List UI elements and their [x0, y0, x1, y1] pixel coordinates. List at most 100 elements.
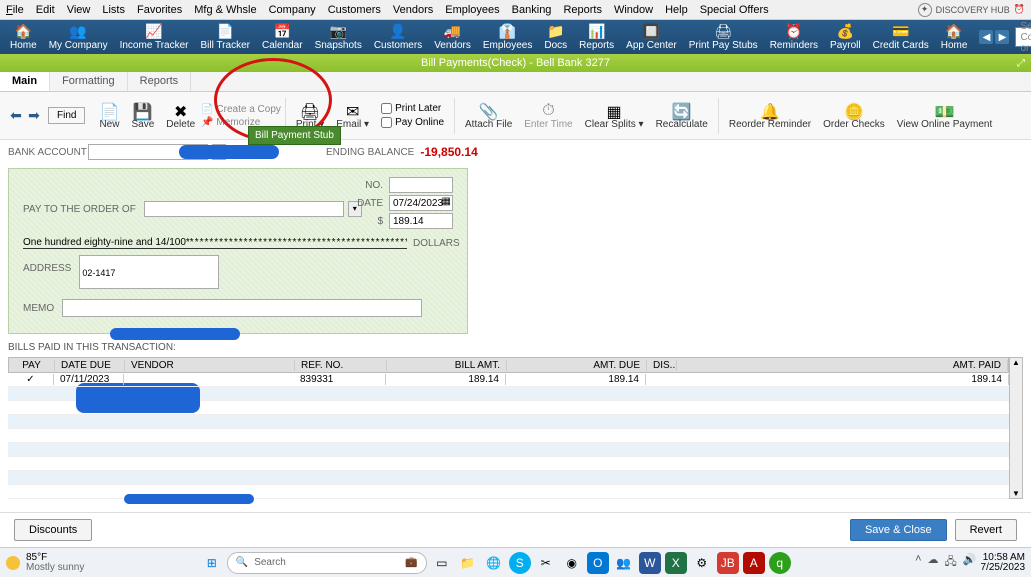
attach-file-button[interactable]: 📎Attach File	[459, 102, 518, 130]
menu-company[interactable]: Company	[269, 4, 316, 16]
tab-reports[interactable]: Reports	[128, 72, 192, 91]
system-tray[interactable]: ˄ ☁ 🖧 🔊	[915, 553, 976, 572]
order-checks-button[interactable]: 🪙Order Checks	[817, 102, 891, 130]
nav-credit-cards[interactable]: 💳Credit Cards	[867, 24, 935, 51]
save-button[interactable]: 💾Save	[125, 102, 160, 130]
nav-reminders[interactable]: ⏰Reminders	[764, 24, 824, 51]
col-amt-paid[interactable]: AMT. PAID	[677, 360, 1008, 371]
nav-calendar[interactable]: 📅Calendar	[256, 24, 309, 51]
nav-payroll[interactable]: 💰Payroll	[824, 24, 867, 51]
chevron-up-icon[interactable]: ˄	[915, 553, 921, 572]
tab-formatting[interactable]: Formatting	[50, 72, 128, 91]
teams-icon[interactable]: 👥	[613, 552, 635, 574]
delete-button[interactable]: ✖Delete	[160, 102, 201, 130]
menu-vendors[interactable]: Vendors	[393, 4, 433, 16]
table-row[interactable]	[8, 415, 1009, 429]
alarm-icon[interactable]: ⏰	[1014, 4, 1025, 15]
memo-field[interactable]	[62, 299, 422, 317]
nav-fwd-icon[interactable]: ▶	[995, 30, 1009, 44]
nav-reports[interactable]: 📊Reports	[573, 24, 620, 51]
weather-widget[interactable]: 85°F Mostly sunny	[26, 553, 84, 573]
menu-window[interactable]: Window	[614, 4, 653, 16]
table-row[interactable]	[8, 443, 1009, 457]
col-date-due[interactable]: DATE DUE	[55, 360, 125, 371]
col-discount[interactable]: DIS...	[647, 360, 677, 371]
edge-icon[interactable]: 🌐	[483, 552, 505, 574]
nav-vendors[interactable]: 🚚Vendors	[428, 24, 477, 51]
grid-scrollbar[interactable]: ▲▼	[1009, 357, 1023, 499]
calendar-icon[interactable]: ▦	[442, 196, 451, 207]
menu-help[interactable]: Help	[665, 4, 688, 16]
expand-icon[interactable]: ⤢	[1017, 58, 1025, 69]
menu-lists[interactable]: Lists	[102, 4, 125, 16]
snip-icon[interactable]: ✂	[535, 552, 557, 574]
menu-mfg[interactable]: Mfg & Whsle	[194, 4, 256, 16]
nav-snapshots[interactable]: 📷Snapshots	[309, 24, 368, 51]
explorer-icon[interactable]: 📁	[457, 552, 479, 574]
menu-banking[interactable]: Banking	[512, 4, 552, 16]
check-no-input[interactable]	[389, 177, 453, 193]
menu-edit[interactable]: Edit	[36, 4, 55, 16]
tab-main[interactable]: Main	[0, 72, 50, 91]
table-row[interactable]	[8, 457, 1009, 471]
view-online-payment-button[interactable]: 💵View Online Payment	[891, 102, 998, 130]
nav-income-tracker[interactable]: 📈Income Tracker	[114, 24, 195, 51]
print-later-checkbox[interactable]: Print Later	[381, 103, 444, 114]
nav-docs[interactable]: 📁Docs	[538, 24, 573, 51]
cell-pay-check[interactable]: ✓	[8, 374, 54, 385]
address-field[interactable]: 02-1417	[79, 255, 219, 289]
nav-customers[interactable]: 👤Customers	[368, 24, 428, 51]
pay-to-field[interactable]	[144, 201, 344, 217]
nav-back-icon[interactable]: ◀	[979, 30, 993, 44]
col-bill-amt[interactable]: BILL AMT.	[387, 360, 507, 371]
excel-icon[interactable]: X	[665, 552, 687, 574]
table-row[interactable]	[8, 429, 1009, 443]
next-record-button[interactable]: ➡	[26, 108, 42, 124]
nav-my-company[interactable]: 👥My Company	[43, 24, 114, 51]
scroll-down-icon[interactable]: ▼	[1010, 489, 1022, 498]
bank-account-field[interactable]	[88, 144, 208, 160]
nav-employees[interactable]: 👔Employees	[477, 24, 538, 51]
taskbar-clock[interactable]: 10:58 AM 7/25/2023	[981, 553, 1026, 573]
col-vendor[interactable]: VENDOR	[125, 360, 295, 371]
clear-splits-button[interactable]: ▦Clear Splits ▾	[579, 102, 650, 130]
find-button[interactable]: Find	[48, 107, 85, 124]
reorder-reminder-button[interactable]: 🔔Reorder Reminder	[723, 102, 817, 130]
nav-home2[interactable]: 🏠Home	[935, 24, 974, 51]
outlook-icon[interactable]: O	[587, 552, 609, 574]
check-amount-input[interactable]	[389, 213, 453, 229]
discounts-button[interactable]: Discounts	[14, 519, 92, 541]
prev-record-button[interactable]: ⬅	[8, 108, 24, 124]
quickbooks-icon[interactable]: q	[769, 552, 791, 574]
acrobat-icon[interactable]: A	[743, 552, 765, 574]
pay-online-checkbox[interactable]: Pay Online	[381, 117, 444, 128]
save-close-button[interactable]: Save & Close	[850, 519, 947, 541]
skype-icon[interactable]: S	[509, 552, 531, 574]
start-button[interactable]: ⊞	[201, 552, 223, 574]
chrome-icon[interactable]: ◉	[561, 552, 583, 574]
menu-special-offers[interactable]: Special Offers	[700, 4, 769, 16]
nav-bill-tracker[interactable]: 📄Bill Tracker	[195, 24, 256, 51]
create-copy-button[interactable]: 📄 Create a Copy	[201, 104, 281, 115]
nav-home[interactable]: 🏠Home	[4, 24, 43, 51]
table-row[interactable]	[8, 471, 1009, 485]
new-button[interactable]: 📄New	[93, 102, 125, 130]
nav-print-pay-stubs[interactable]: 🖨Print Pay Stubs	[683, 24, 764, 51]
taskview-icon[interactable]: ▭	[431, 552, 453, 574]
discovery-hub[interactable]: ✦ DISCOVERY HUB ⏰	[918, 3, 1025, 17]
recalculate-button[interactable]: 🔄Recalculate	[650, 102, 714, 130]
menu-favorites[interactable]: Favorites	[137, 4, 182, 16]
nav-app-center[interactable]: 🔲App Center	[620, 24, 683, 51]
menu-customers[interactable]: Customers	[328, 4, 381, 16]
taskbar-search[interactable]: 🔍Search💼	[227, 552, 427, 574]
menu-reports[interactable]: Reports	[563, 4, 602, 16]
col-amt-due[interactable]: AMT. DUE	[507, 360, 647, 371]
global-search-input[interactable]: Search Company or Help ▾	[1015, 27, 1031, 47]
table-row[interactable]: ✓ 07/11/2023 839331 189.14 189.14 189.14	[8, 373, 1009, 387]
network-icon[interactable]: 🖧	[945, 553, 957, 572]
word-icon[interactable]: W	[639, 552, 661, 574]
col-pay[interactable]: PAY	[9, 360, 55, 371]
scroll-up-icon[interactable]: ▲	[1010, 358, 1022, 367]
col-ref-no[interactable]: REF. NO.	[295, 360, 387, 371]
menu-employees[interactable]: Employees	[445, 4, 499, 16]
